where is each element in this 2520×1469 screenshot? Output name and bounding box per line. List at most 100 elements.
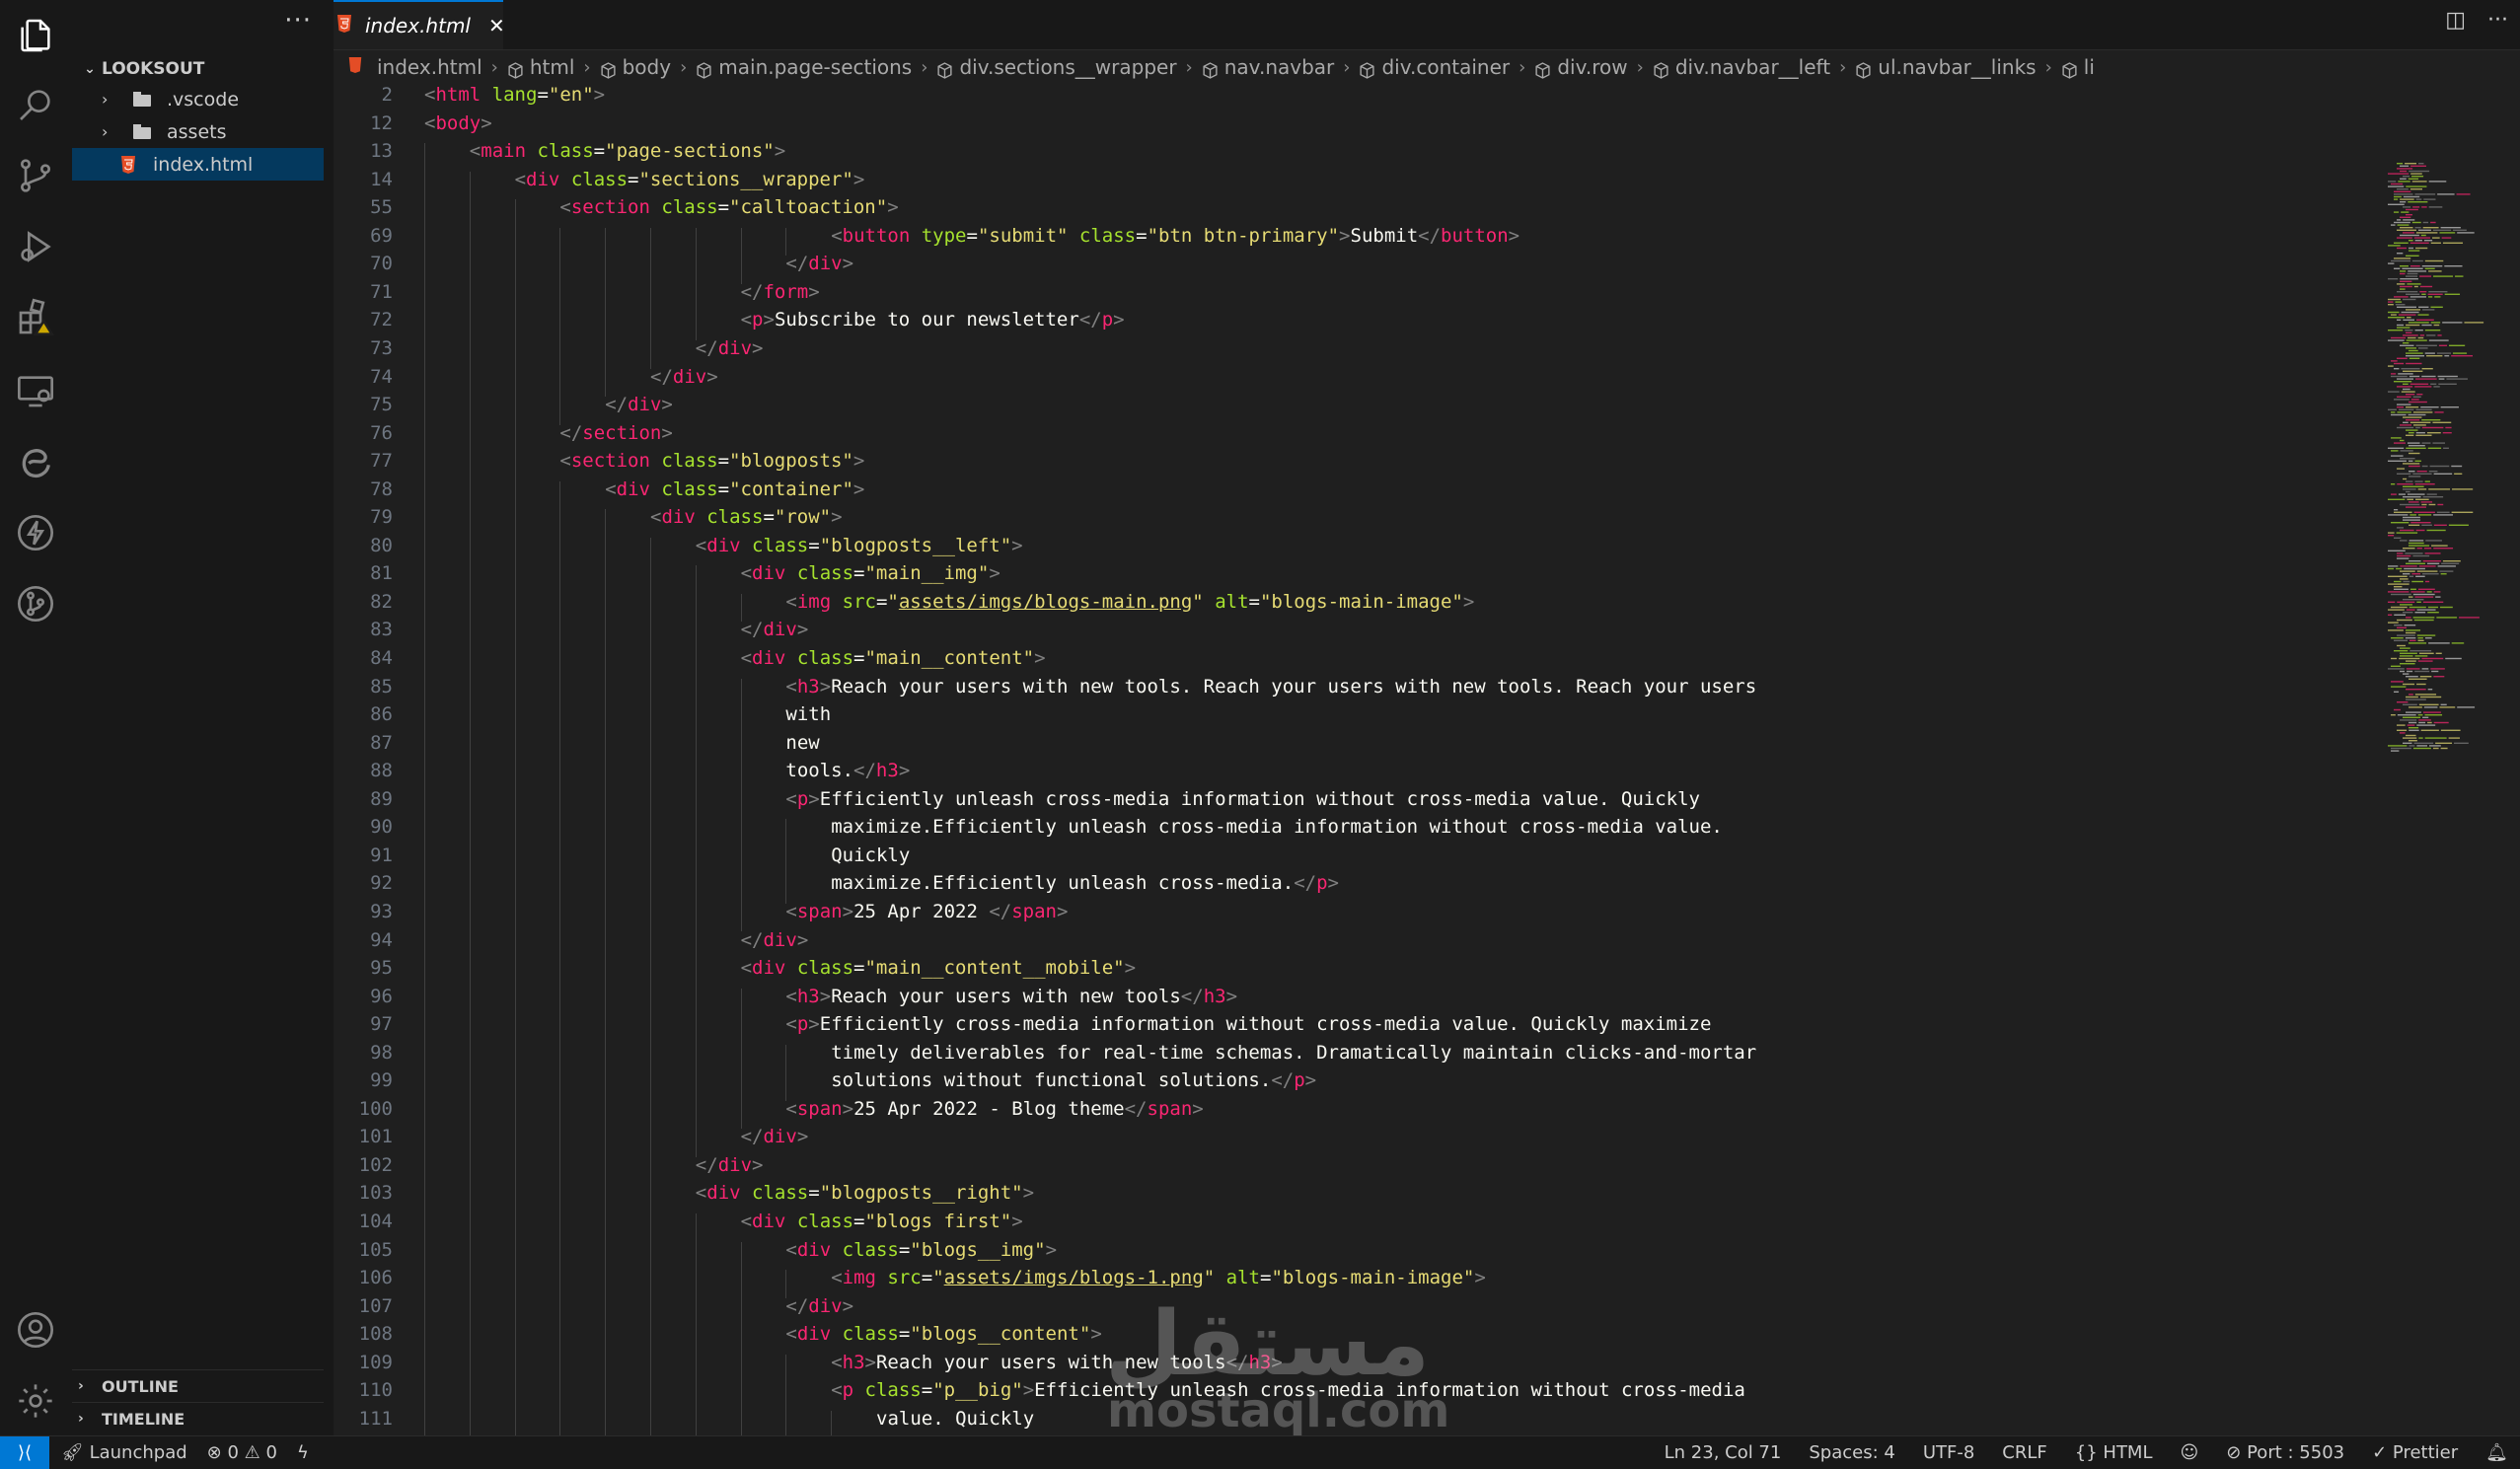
code-line[interactable]: <div class="main__img"> [741,562,1001,584]
timeline-section[interactable]: › TIMELINE [72,1402,324,1434]
code-line[interactable]: </form> [741,281,820,303]
code-line[interactable]: Quickly [831,845,910,866]
code-line[interactable]: <div class="blogposts__right"> [696,1182,1034,1204]
tree-item-assets[interactable]: › assets [72,115,324,148]
code-line[interactable]: <main class="page-sections"> [470,140,785,162]
line-ending[interactable]: CRLF [2002,1442,2046,1463]
code-line[interactable]: </div> [741,929,809,951]
minimap-line [2417,488,2427,490]
code-line[interactable]: <img src="assets/imgs/blogs-1.png" alt="… [831,1267,1486,1288]
split-editor-icon[interactable]: ◫ [2445,8,2466,33]
cursor-position[interactable]: Ln 23, Col 71 [1665,1442,1782,1463]
code-line[interactable]: </div> [696,337,764,359]
source-control-icon[interactable] [14,154,57,197]
tree-item-vscode[interactable]: › .vscode [72,83,324,115]
code-line[interactable]: <span>25 Apr 2022 - Blog theme</span> [785,1098,1203,1120]
breadcrumb-item[interactable]: div.navbar__left [1653,55,1830,79]
code-line[interactable]: <div class="blogs first"> [741,1211,1023,1232]
code-editor[interactable]: 2 <html lang="en"> 12 <body> 13 <main class="… [334,84,2396,1435]
code-line[interactable]: <p>Subscribe to our newsletter</p> [741,309,1125,331]
minimap-line [2397,554,2411,557]
settings-gear-icon[interactable] [14,1379,57,1423]
outline-section[interactable]: › OUTLINE [72,1369,324,1402]
breadcrumb-item[interactable]: body [600,55,671,79]
code-line[interactable]: <section class="blogposts"> [559,450,864,472]
code-line[interactable]: <div class="container"> [605,478,864,500]
explorer-icon[interactable] [14,14,57,57]
workspace-root[interactable]: ⌄ LOOKSOUT [72,53,334,85]
code-line[interactable]: <p class="p__big">Efficiently unleash cr… [831,1379,1745,1401]
breadcrumb-item[interactable]: html [507,55,574,79]
code-line[interactable]: <p>Efficiently cross-media information w… [785,1013,1711,1035]
lightning-icon[interactable]: ϟ [297,1442,309,1463]
tree-item-index-html[interactable]: index.html [72,148,324,181]
breadcrumb-item[interactable]: li [2061,55,2095,79]
code-line[interactable]: <h3>Reach your users with new tools</h3> [831,1352,1283,1373]
breadcrumb-item[interactable]: div.container [1359,55,1510,79]
code-line[interactable]: value. Quickly [876,1408,1034,1430]
code-line[interactable]: new [785,732,819,754]
code-line[interactable]: </div> [741,619,809,640]
code-line[interactable]: timely deliverables for real-time schema… [831,1042,1756,1064]
code-line[interactable]: </div> [785,1295,853,1317]
code-line[interactable]: </div> [785,253,853,274]
launchpad-item[interactable]: 🚀︎ Launchpad [61,1442,187,1463]
breadcrumb-label: body [622,55,672,79]
prettier-item[interactable]: ✓ Prettier [2372,1442,2458,1463]
code-line[interactable]: solutions without functional solutions.<… [831,1069,1316,1091]
code-line[interactable]: tools.</h3> [785,760,910,781]
code-line[interactable]: <button type="submit" class="btn btn-pri… [831,225,1519,247]
more-actions-icon[interactable]: ··· [284,6,312,36]
breadcrumb-item[interactable]: index.html [334,55,482,79]
code-line[interactable]: </div> [650,366,718,388]
code-line[interactable]: <html lang="en"> [424,84,605,106]
minimap[interactable] [2388,84,2520,1435]
extensions-icon[interactable] [14,296,57,339]
copilot-icon[interactable]: ☺ [2181,1442,2199,1463]
code-line[interactable]: with [785,703,831,725]
breadcrumb-item[interactable]: ul.navbar__links [1855,55,2037,79]
remote-indicator-icon[interactable]: ⟩⟨ [0,1436,49,1469]
code-line[interactable]: <p>Efficiently unleash cross-media infor… [785,788,1700,810]
code-line[interactable]: <div class="main__content"> [741,647,1046,669]
notifications-bell-icon[interactable]: 🔔︎ [2485,1442,2508,1463]
code-line[interactable]: <div class="blogs__img"> [785,1239,1057,1261]
search-icon[interactable] [14,83,57,126]
code-line[interactable]: </section> [559,422,672,444]
tab-index-html[interactable]: index.html ✕ [334,0,505,49]
git-graph-icon[interactable] [14,582,57,625]
code-line[interactable]: <div class="blogs__content"> [785,1323,1101,1345]
close-icon[interactable]: ✕ [488,14,505,37]
minimap-line [2403,496,2421,498]
code-line[interactable]: <div class="blogposts__left"> [696,535,1023,556]
code-line[interactable]: <section class="calltoaction"> [559,196,898,218]
breadcrumb-item[interactable]: nav.navbar [1202,55,1334,79]
code-line[interactable]: </div> [605,394,673,415]
thunder-client-icon[interactable] [14,511,57,554]
code-line[interactable]: </div> [696,1154,764,1176]
more-actions-icon[interactable]: ··· [2487,8,2508,33]
breadcrumb-item[interactable]: div.sections__wrapper [936,55,1177,79]
code-line[interactable]: <h3>Reach your users with new tools. Rea… [785,676,1756,698]
run-debug-icon[interactable] [14,225,57,268]
code-line[interactable]: <div class="sections__wrapper"> [515,169,865,190]
problems-item[interactable]: ⊗ 0 ⚠ 0 [207,1442,277,1463]
code-line[interactable]: maximize.Efficiently unleash cross-media… [831,872,1339,894]
language-mode[interactable]: {} HTML [2075,1442,2153,1463]
code-line[interactable]: <span>25 Apr 2022 </span> [785,901,1068,922]
code-line[interactable]: <body> [424,112,492,134]
indentation[interactable]: Spaces: 4 [1809,1442,1894,1463]
code-line[interactable]: </div> [741,1126,809,1147]
breadcrumb-item[interactable]: main.page-sections [696,55,912,79]
code-line[interactable]: maximize.Efficiently unleash cross-media… [831,816,1723,838]
accounts-icon[interactable] [14,1308,57,1352]
code-line[interactable]: <h3>Reach your users with new tools</h3> [785,986,1237,1007]
code-line[interactable]: <div class="main__content__mobile"> [741,957,1136,979]
breadcrumb-item[interactable]: div.row [1534,55,1628,79]
remote-explorer-icon[interactable] [14,369,57,412]
encoding[interactable]: UTF-8 [1923,1442,1974,1463]
code-line[interactable]: <div class="row"> [650,506,843,528]
live-server-port[interactable]: ⊘ Port : 5503 [2226,1442,2344,1463]
code-line[interactable]: <img src="assets/imgs/blogs-main.png" al… [785,591,1474,613]
edge-tools-icon[interactable] [14,440,57,483]
